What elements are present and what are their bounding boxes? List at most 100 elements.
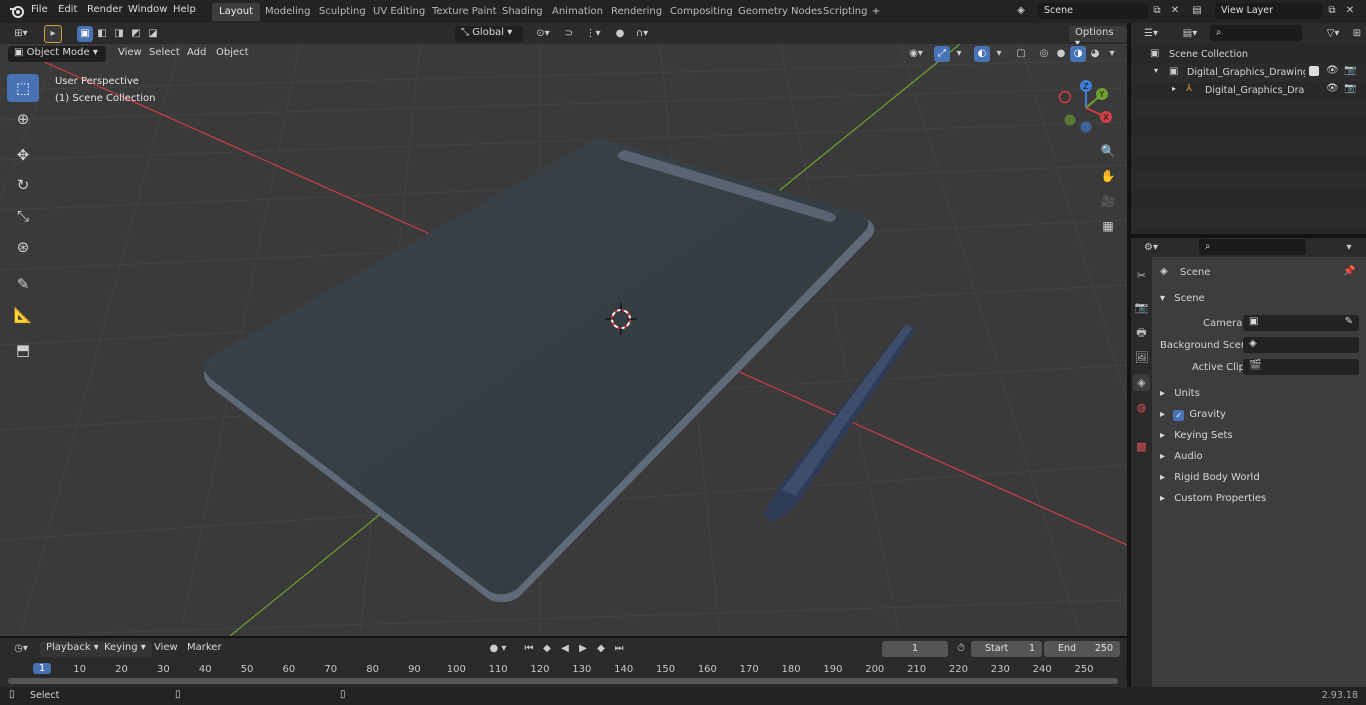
measure-tool-icon[interactable]: 📐 <box>7 301 39 329</box>
tab-animation[interactable]: Animation <box>545 3 610 21</box>
record-icon[interactable]: ● ▾ <box>481 641 515 657</box>
navigation-gizmo[interactable]: Z Y X <box>1054 78 1118 138</box>
mode-dropdown[interactable]: ▣ Object Mode ▾ <box>8 46 106 62</box>
tab-layout[interactable]: Layout <box>212 3 260 21</box>
timeline-editor-type-icon[interactable]: ◷▾ <box>8 641 34 657</box>
gizmo-toggle-icon[interactable]: ⤢ <box>934 46 950 62</box>
eyedropper-icon[interactable]: ✎ <box>1345 316 1353 327</box>
new-scene-icon[interactable]: ⧉ <box>1149 3 1165 19</box>
zoom-icon[interactable]: 🔍 <box>1098 141 1118 161</box>
properties-options-icon[interactable]: ▾ <box>1341 240 1357 256</box>
proportional-falloff-icon[interactable]: ∩▾ <box>629 26 655 42</box>
render-tab-icon[interactable]: 📷 <box>1133 299 1150 316</box>
current-frame-indicator[interactable]: 1 <box>33 663 51 674</box>
wireframe-shading-icon[interactable]: ◎ <box>1036 46 1052 62</box>
outliner-row-object[interactable]: ▸ ⅄ Digital_Graphics_Drawing 👁 📷 <box>1131 82 1366 100</box>
visibility-icon[interactable]: ◉▾ <box>903 46 929 62</box>
timeline-scrollbar[interactable] <box>8 678 1118 684</box>
tab-sculpting[interactable]: Sculpting <box>312 3 373 21</box>
menu-edit[interactable]: Edit <box>58 4 77 15</box>
play-reverse-icon[interactable]: ◀ <box>557 641 573 657</box>
units-panel-header[interactable]: ▸ Units <box>1154 384 1364 405</box>
keying-menu[interactable]: Keying ▾ <box>98 641 152 657</box>
outliner-search-input[interactable]: ⌕ <box>1210 25 1302 41</box>
view-layer-browse-icon[interactable]: ▤ <box>1189 3 1205 19</box>
delete-view-layer-icon[interactable]: ✕ <box>1342 3 1358 19</box>
select-intersect-icon[interactable]: ◪ <box>145 26 161 42</box>
jump-end-icon[interactable]: ⏭ <box>611 641 627 657</box>
tab-geometry-nodes[interactable]: Geometry Nodes <box>731 3 829 21</box>
camera-icon[interactable]: 📷 <box>1344 65 1356 76</box>
pivot-point-icon[interactable]: ⊙▾ <box>531 26 555 42</box>
expand-arrow-icon[interactable]: ▸ <box>1172 84 1176 93</box>
tab-modeling[interactable]: Modeling <box>258 3 318 21</box>
menu-object[interactable]: Object <box>210 46 255 62</box>
world-tab-icon[interactable]: ◍ <box>1133 399 1150 416</box>
active-clip-field[interactable]: 🎬 <box>1243 359 1359 375</box>
rotate-tool-icon[interactable]: ↻ <box>7 171 39 199</box>
view-layer-field[interactable]: View Layer <box>1215 3 1322 19</box>
pin-icon[interactable]: 📌 <box>1343 266 1355 277</box>
select-subtract-icon[interactable]: ◨ <box>111 26 127 42</box>
next-keyframe-icon[interactable]: ◆ <box>593 641 609 657</box>
delete-scene-icon[interactable]: ✕ <box>1167 3 1183 19</box>
tab-compositing[interactable]: Compositing <box>663 3 740 21</box>
texture-tab-icon[interactable]: ▩ <box>1133 438 1150 455</box>
scene-browse-icon[interactable]: ◈ <box>1013 3 1029 19</box>
tab-texture-paint[interactable]: Texture Paint <box>425 3 504 21</box>
options-button[interactable]: Options ▾ <box>1069 26 1127 49</box>
transform-orientation-dropdown[interactable]: ⤡ Global ▾ <box>455 26 523 42</box>
outliner-row-collection[interactable]: ▾ ▣ Digital_Graphics_Drawing_Tab 👁 📷 <box>1131 64 1366 82</box>
scene-field[interactable]: Scene <box>1038 3 1148 19</box>
select-tool-icon[interactable]: ▸ <box>44 25 62 43</box>
gizmo-dropdown-icon[interactable]: ▾ <box>951 46 967 62</box>
scale-tool-icon[interactable]: ⤡ <box>7 202 39 230</box>
outliner-editor-type-icon[interactable]: ☰▾ <box>1138 26 1164 42</box>
tweak-tool-icon[interactable]: ⬚ <box>7 74 39 102</box>
xray-icon[interactable]: ▢ <box>1013 46 1029 62</box>
properties-editor-type-icon[interactable]: ⚙▾ <box>1138 240 1164 256</box>
filter-icon[interactable]: ▽▾ <box>1320 26 1346 42</box>
add-cube-tool-icon[interactable]: ⬒ <box>7 336 39 364</box>
proportional-edit-icon[interactable]: ● <box>612 26 628 42</box>
snap-target-icon[interactable]: ⋮▾ <box>580 26 606 42</box>
add-workspace-icon[interactable]: + <box>868 4 884 20</box>
audio-panel-header[interactable]: ▸ Audio <box>1154 447 1364 468</box>
select-new-icon[interactable]: ▣ <box>77 26 93 42</box>
eye-icon[interactable]: 👁 <box>1326 83 1339 94</box>
3d-viewport[interactable] <box>0 44 1127 636</box>
stopwatch-icon[interactable]: ⏱ <box>953 641 969 657</box>
marker-menu[interactable]: Marker <box>181 641 228 657</box>
scene-panel-header[interactable]: ▾ Scene <box>1154 289 1364 310</box>
keying-sets-panel-header[interactable]: ▸ Keying Sets <box>1154 426 1364 447</box>
solid-shading-icon[interactable]: ● <box>1053 46 1069 62</box>
editor-type-icon[interactable]: ⊞▾ <box>8 26 34 42</box>
tab-uv-editing[interactable]: UV Editing <box>366 3 432 21</box>
display-mode-icon[interactable]: ▤▾ <box>1177 26 1203 42</box>
scene-tab-icon[interactable]: ◈ <box>1133 374 1150 391</box>
select-invert-icon[interactable]: ◩ <box>128 26 144 42</box>
checkbox-icon[interactable] <box>1309 66 1319 76</box>
shading-dropdown-icon[interactable]: ▾ <box>1104 46 1120 62</box>
custom-properties-panel-header[interactable]: ▸ Custom Properties <box>1154 489 1364 510</box>
new-view-layer-icon[interactable]: ⧉ <box>1324 3 1340 19</box>
playback-menu[interactable]: Playback ▾ <box>40 641 105 657</box>
overlay-toggle-icon[interactable]: ◐ <box>974 46 990 62</box>
blender-logo-icon[interactable] <box>9 3 25 19</box>
gravity-panel-header[interactable]: ▸ ✓ Gravity <box>1154 405 1364 426</box>
tool-tab-icon[interactable]: ✂ <box>1133 267 1150 284</box>
background-scene-field[interactable]: ◈ <box>1243 337 1359 353</box>
cursor-tool-icon[interactable]: ⊕ <box>7 105 39 133</box>
collapse-arrow-icon[interactable]: ▾ <box>1154 66 1158 75</box>
snap-toggle-icon[interactable]: ⊃ <box>561 26 577 42</box>
jump-start-icon[interactable]: ⏮ <box>521 641 537 657</box>
ortho-grid-icon[interactable]: ▦ <box>1098 216 1118 236</box>
output-tab-icon[interactable]: 🖶 <box>1133 324 1150 341</box>
camera-view-icon[interactable]: 🎥 <box>1098 191 1118 211</box>
view-layer-tab-icon[interactable]: 🖼 <box>1133 349 1150 366</box>
annotate-tool-icon[interactable]: ✎ <box>7 270 39 298</box>
start-frame-field[interactable]: Start 1 <box>971 641 1042 657</box>
properties-search-input[interactable]: ⌕ <box>1199 239 1306 255</box>
menu-file[interactable]: File <box>31 4 48 15</box>
play-icon[interactable]: ▶ <box>575 641 591 657</box>
